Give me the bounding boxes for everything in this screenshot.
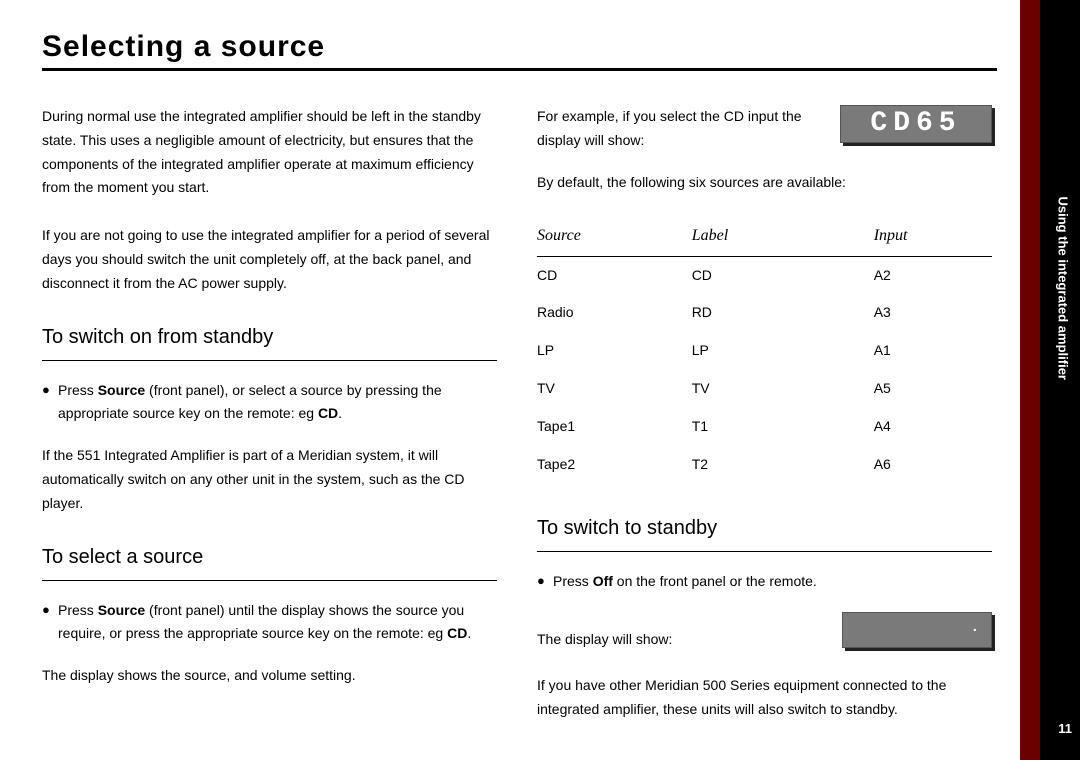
heading-switch-standby: To switch to standby — [537, 511, 992, 547]
cell-source: Tape2 — [537, 446, 692, 484]
text-fragment: Press — [58, 382, 98, 398]
table-row: CD CD A2 — [537, 256, 992, 294]
cell-source: LP — [537, 332, 692, 370]
cell-input: A5 — [874, 370, 992, 408]
cell-label: LP — [692, 332, 874, 370]
cell-input: A6 — [874, 446, 992, 484]
table-row: Tape1 T1 A4 — [537, 408, 992, 446]
bold-cd: CD — [318, 405, 338, 421]
page-number: 11 — [1058, 721, 1072, 736]
manual-page: Using the integrated amplifier 11 Select… — [0, 0, 1080, 760]
cell-label: CD — [692, 256, 874, 294]
example-block: CD65 For example, if you select the CD i… — [537, 105, 992, 171]
default-sources-text: By default, the following six sources ar… — [537, 171, 992, 195]
bullet-text: Press Source (front panel) until the dis… — [58, 599, 497, 647]
heading-rule — [42, 580, 497, 581]
bullet-text: Press Source (front panel), or select a … — [58, 379, 497, 427]
display-shows-note: The display shows the source, and volume… — [42, 664, 497, 688]
page-title: Selecting a source — [42, 30, 1002, 64]
text-fragment: Press — [58, 602, 98, 618]
bullet-press-source-on: ● Press Source (front panel), or select … — [42, 379, 497, 427]
text-fragment: Press — [553, 573, 593, 589]
table-row: Tape2 T2 A6 — [537, 446, 992, 484]
lcd-display-cd65: CD65 — [840, 105, 992, 143]
side-section-label: Using the integrated amplifier — [1055, 197, 1070, 380]
intro-paragraph-2: If you are not going to use the integrat… — [42, 224, 497, 295]
side-section-text: Using the integrated amplifier — [1055, 197, 1070, 380]
cell-label: T1 — [692, 408, 874, 446]
cell-source: Radio — [537, 294, 692, 332]
bold-source: Source — [98, 602, 145, 618]
cell-source: TV — [537, 370, 692, 408]
standby-display-block: · The display will show: — [537, 612, 992, 656]
content-area: Selecting a source During normal use the… — [42, 30, 1002, 746]
heading-rule — [537, 551, 992, 552]
th-source: Source — [537, 218, 692, 256]
cell-label: TV — [692, 370, 874, 408]
bullet-press-source-select: ● Press Source (front panel) until the d… — [42, 599, 497, 647]
bullet-icon: ● — [537, 570, 553, 594]
cell-source: Tape1 — [537, 408, 692, 446]
bullet-text: Press Off on the front panel or the remo… — [553, 570, 992, 594]
cell-source: CD — [537, 256, 692, 294]
table-row: LP LP A1 — [537, 332, 992, 370]
cell-label: T2 — [692, 446, 874, 484]
text-fragment: . — [467, 625, 471, 641]
two-column-layout: During normal use the integrated amplifi… — [42, 105, 1002, 746]
cell-input: A3 — [874, 294, 992, 332]
heading-switch-on: To switch on from standby — [42, 320, 497, 356]
text-fragment: on the front panel or the remote. — [613, 573, 817, 589]
th-input: Input — [874, 218, 992, 256]
bold-off: Off — [593, 573, 613, 589]
meridian-system-note: If the 551 Integrated Amplifier is part … — [42, 444, 497, 515]
text-fragment: . — [338, 405, 342, 421]
bullet-icon: ● — [42, 599, 58, 647]
table-row: Radio RD A3 — [537, 294, 992, 332]
heading-select-source: To select a source — [42, 540, 497, 576]
heading-rule — [42, 360, 497, 361]
intro-paragraph-1: During normal use the integrated amplifi… — [42, 105, 497, 200]
closing-note: If you have other Meridian 500 Series eq… — [537, 674, 992, 722]
cell-input: A1 — [874, 332, 992, 370]
side-tab-maroon — [1020, 0, 1040, 760]
th-label: Label — [692, 218, 874, 256]
bullet-press-off: ● Press Off on the front panel or the re… — [537, 570, 992, 594]
table-header-row: Source Label Input — [537, 218, 992, 256]
sources-table: Source Label Input CD CD A2 Radio — [537, 218, 992, 483]
cell-input: A2 — [874, 256, 992, 294]
title-rule — [42, 68, 997, 71]
lcd-display-standby: · — [842, 612, 992, 648]
right-column: CD65 For example, if you select the CD i… — [537, 105, 992, 746]
table-row: TV TV A5 — [537, 370, 992, 408]
bullet-icon: ● — [42, 379, 58, 427]
cell-label: RD — [692, 294, 874, 332]
bold-cd: CD — [447, 625, 467, 641]
cell-input: A4 — [874, 408, 992, 446]
bold-source: Source — [98, 382, 145, 398]
left-column: During normal use the integrated amplifi… — [42, 105, 497, 746]
